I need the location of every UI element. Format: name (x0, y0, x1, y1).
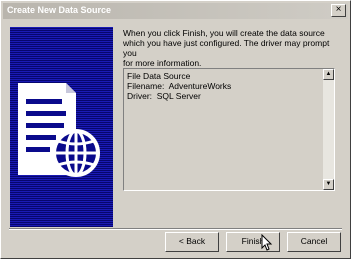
intro-text: When you click Finish, you will create t… (123, 28, 330, 68)
create-data-source-dialog: Create New Data Source × When you click … (0, 0, 351, 259)
summary-text: File Data Source Filename: AdventureWork… (127, 71, 232, 101)
document-globe-icon (18, 83, 100, 177)
close-icon[interactable]: × (331, 4, 346, 17)
title-bar: Create New Data Source × (3, 3, 348, 19)
wizard-banner (10, 27, 113, 227)
scroll-up-icon[interactable]: ▲ (323, 69, 334, 80)
scroll-down-icon[interactable]: ▼ (323, 179, 334, 190)
vertical-scrollbar[interactable]: ▲ ▼ (323, 69, 334, 190)
mouse-cursor-icon (261, 234, 273, 251)
window-title: Create New Data Source (7, 5, 112, 15)
button-separator (9, 228, 342, 230)
cancel-button[interactable]: Cancel (287, 232, 341, 252)
back-button[interactable]: < Back (165, 232, 219, 252)
summary-textbox[interactable]: File Data Source Filename: AdventureWork… (123, 68, 335, 191)
